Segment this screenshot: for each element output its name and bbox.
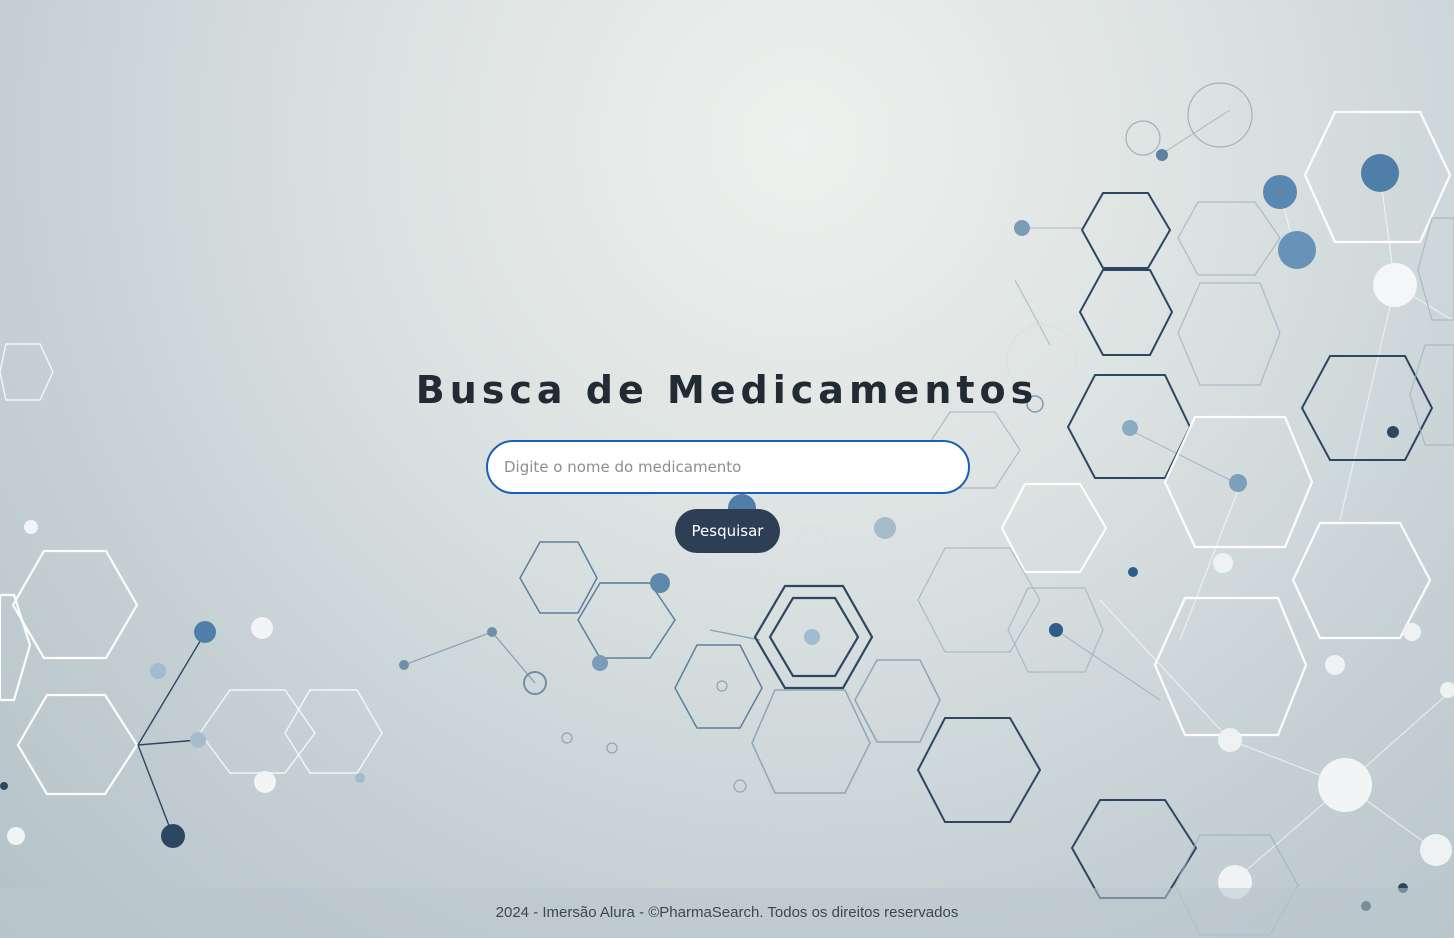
footer-text: 2024 - Imersão Alura - ©PharmaSearch. To… (495, 904, 959, 921)
footer: 2024 - Imersão Alura - ©PharmaSearch. To… (0, 888, 1454, 938)
page-title: Busca de Medicamentos (415, 368, 1039, 412)
medication-search-input[interactable] (486, 440, 970, 494)
search-button[interactable]: Pesquisar (675, 509, 780, 553)
